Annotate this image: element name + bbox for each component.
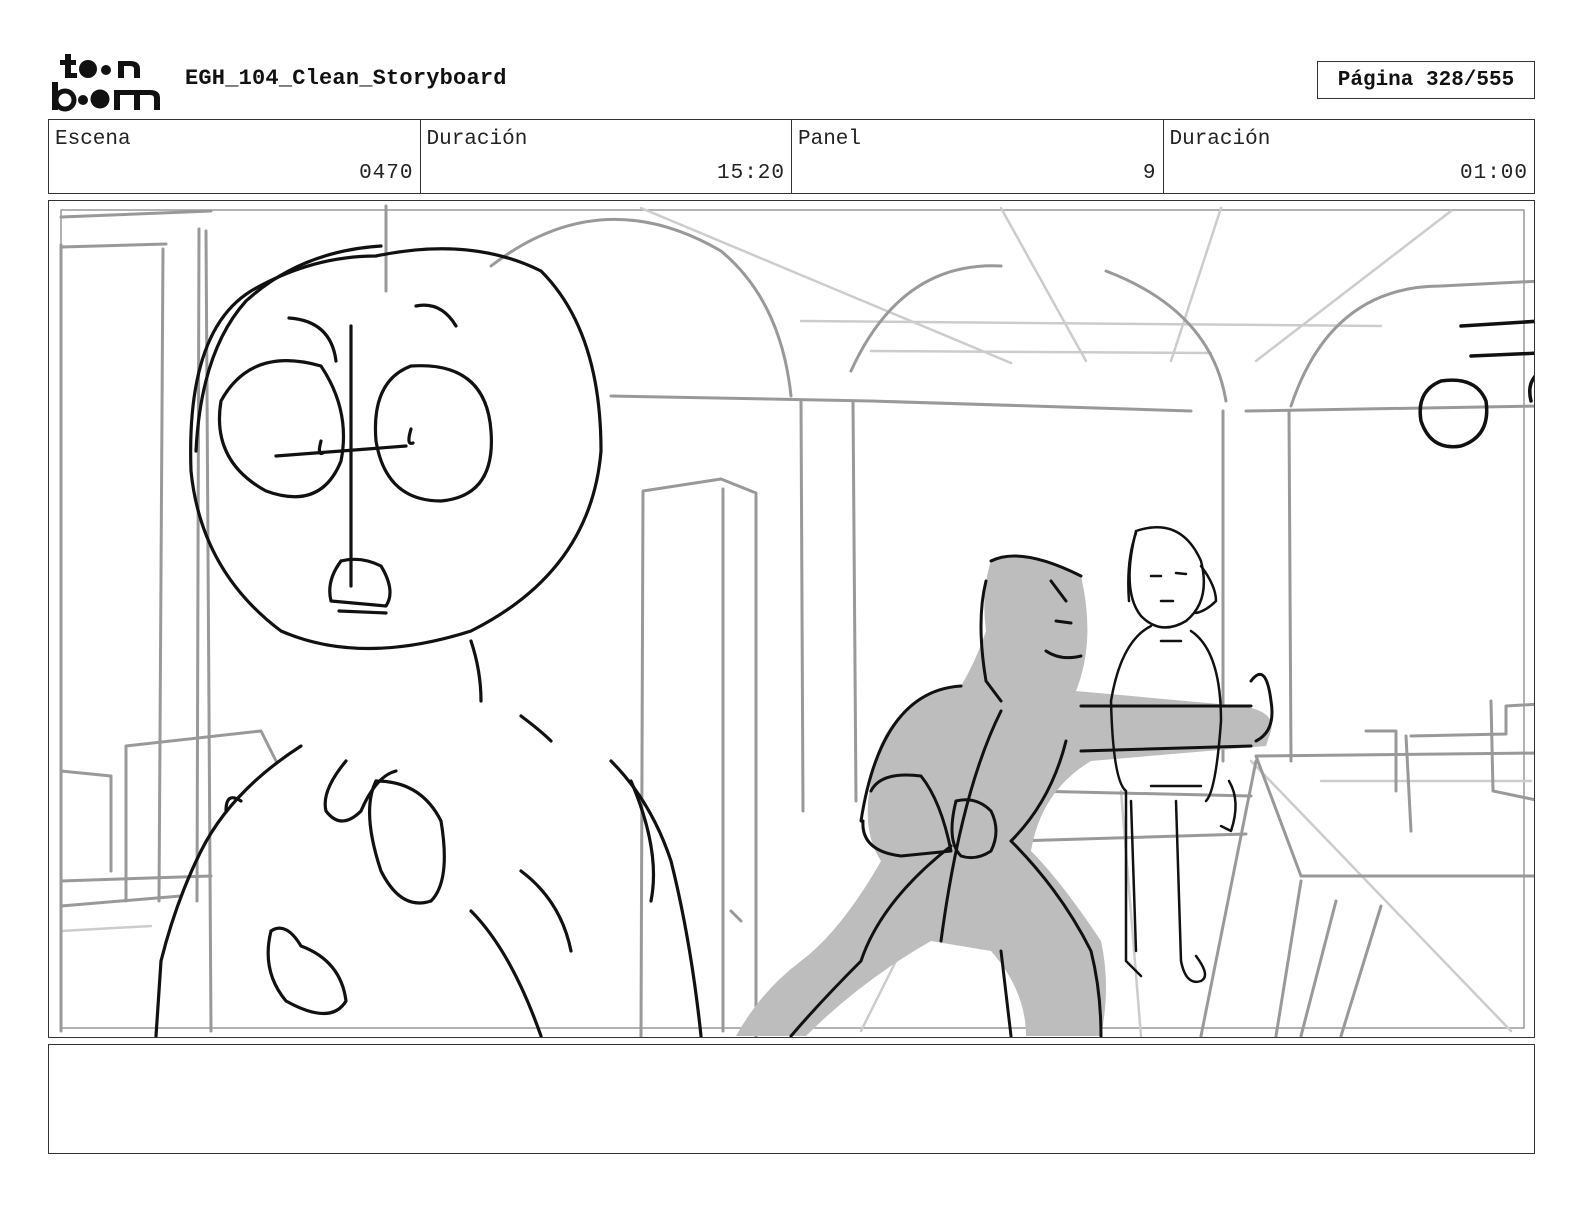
panel-duration-value: 01:00	[1459, 162, 1528, 185]
scene-number: 0470	[359, 162, 414, 185]
panel-duration-label: Duración	[1169, 128, 1271, 151]
scene-duration-value: 15:20	[716, 162, 785, 185]
scene-info-row: Escena 0470 Duración 15:20 Panel 9 Durac…	[48, 119, 1535, 194]
page-number: 328/555	[1426, 68, 1515, 92]
panel-label: Panel	[798, 128, 862, 151]
panel-number: 9	[1142, 162, 1157, 185]
toon-boom-logo	[52, 54, 160, 112]
panel-duration-cell: Duración 01:00	[1164, 120, 1535, 193]
panel-notes-box	[48, 1044, 1535, 1154]
storyboard-panel-frame	[48, 200, 1535, 1038]
panel-cell: Panel 9	[792, 120, 1164, 193]
page-label: Página	[1337, 68, 1414, 92]
panel-notes-text	[49, 1045, 1534, 1061]
scene-duration-label: Duración	[426, 128, 528, 151]
scene-duration-cell: Duración 15:20	[421, 120, 792, 193]
page-indicator: Página 328/555	[1317, 61, 1535, 99]
scene-cell: Escena 0470	[49, 120, 421, 193]
scene-label: Escena	[55, 128, 131, 151]
document-title: EGH_104_Clean_Storyboard	[185, 66, 507, 91]
storyboard-sketch	[59, 204, 1534, 1037]
